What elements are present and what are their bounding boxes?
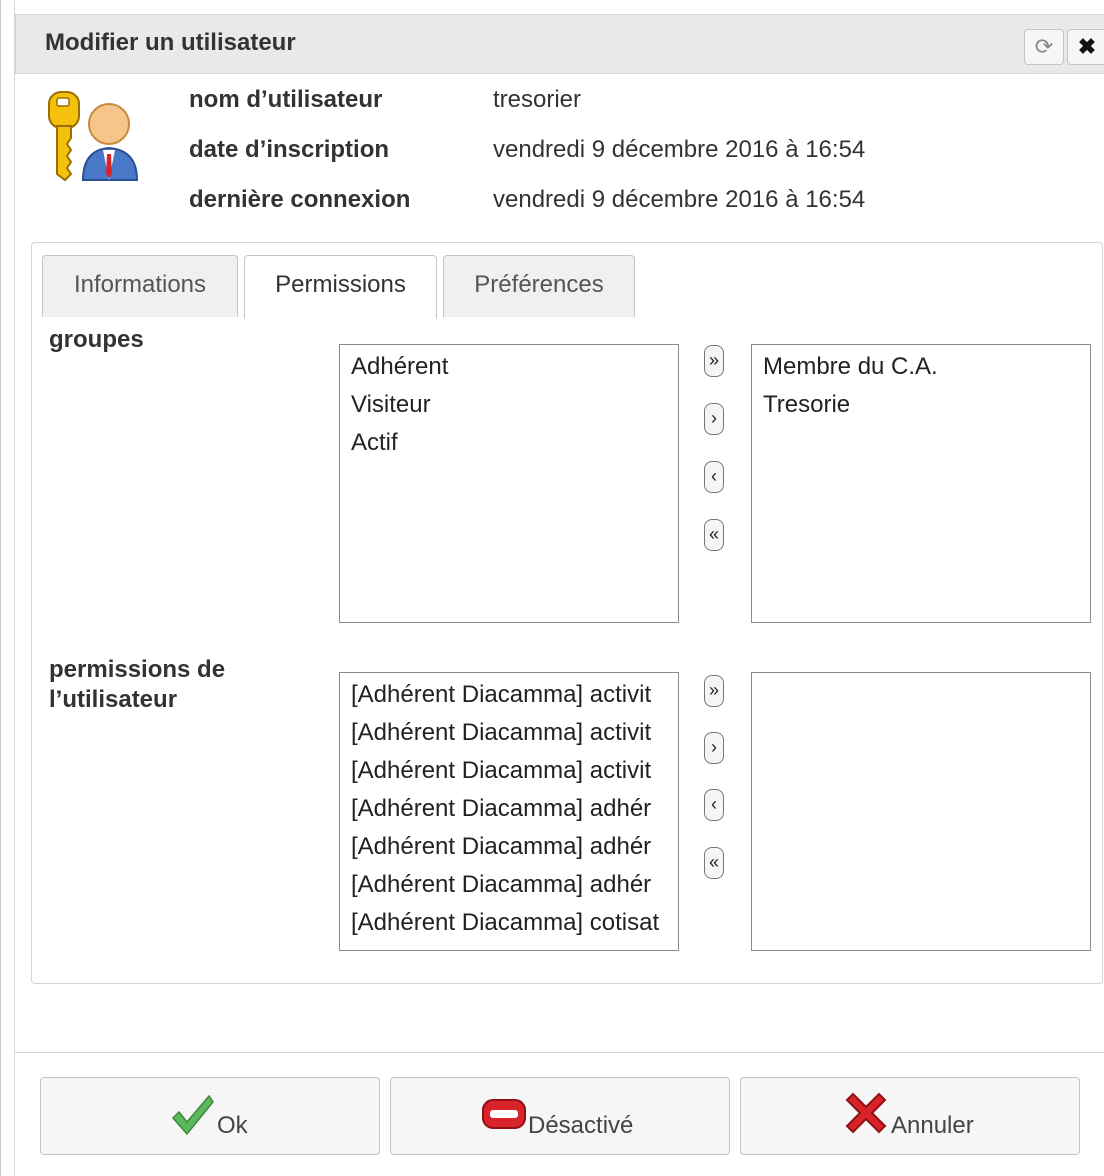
edit-user-dialog: Modifier un utilisateur ⟳ ✖ nom d’utilis…: [14, 0, 1104, 1176]
permissions-add-all-button[interactable]: »: [704, 675, 724, 707]
deactivated-label: Désactivé: [528, 1112, 634, 1139]
permissions-selected-list[interactable]: [751, 672, 1091, 951]
user-permissions-label-line2: l’utilisateur: [49, 686, 178, 713]
permissions-add-one-button[interactable]: ›: [704, 732, 724, 764]
cross-icon: [845, 1092, 887, 1134]
list-item[interactable]: Tresorie: [752, 386, 1090, 424]
groups-label: groupes: [49, 326, 144, 353]
user-permissions-label: permissions de l’utilisateur: [49, 655, 225, 715]
groups-available-list[interactable]: Adhérent Visiteur Actif: [339, 344, 679, 623]
cancel-button[interactable]: Annuler: [740, 1077, 1080, 1155]
signup-date-value: vendredi 9 décembre 2016 à 16:54: [493, 136, 866, 163]
list-item[interactable]: [Adhérent Diacamma] adhér: [340, 790, 678, 828]
username-label: nom d’utilisateur: [189, 86, 383, 113]
deactivate-button[interactable]: Désactivé: [390, 1077, 730, 1155]
list-item[interactable]: Actif: [340, 424, 678, 462]
groups-add-one-button[interactable]: ›: [704, 403, 724, 435]
permissions-remove-all-button[interactable]: «: [704, 847, 724, 879]
groups-add-all-button[interactable]: »: [704, 345, 724, 377]
permissions-available-list[interactable]: [Adhérent Diacamma] activit [Adhérent Di…: [339, 672, 679, 951]
deactivated-icon: [482, 1099, 526, 1129]
user-key-icon: [48, 91, 139, 182]
list-item[interactable]: [Adhérent Diacamma] adhér: [340, 828, 678, 866]
dialog-title: Modifier un utilisateur: [45, 29, 296, 56]
list-item[interactable]: [Adhérent Diacamma] adhér: [340, 866, 678, 904]
user-permissions-label-line1: permissions de: [49, 656, 226, 683]
permissions-remove-one-button[interactable]: ‹: [704, 789, 724, 821]
list-item[interactable]: [Adhérent Diacamma] activit: [340, 752, 678, 790]
cancel-label: Annuler: [891, 1112, 974, 1139]
ok-label: Ok: [217, 1112, 248, 1139]
username-value: tresorier: [493, 86, 582, 113]
list-item[interactable]: Membre du C.A.: [752, 348, 1090, 386]
tab-informations[interactable]: Informations: [42, 255, 238, 317]
groups-remove-one-button[interactable]: ‹: [704, 461, 724, 493]
tab-preferences[interactable]: Préférences: [443, 255, 635, 317]
ok-button[interactable]: Ok: [40, 1077, 380, 1155]
list-item[interactable]: [Adhérent Diacamma] activit: [340, 714, 678, 752]
close-button[interactable]: ✖: [1067, 29, 1104, 65]
last-login-label: dernière connexion: [189, 186, 411, 213]
window-edge: [0, 0, 1, 1176]
signup-date-label: date d’inscription: [189, 136, 390, 163]
list-item[interactable]: Visiteur: [340, 386, 678, 424]
check-icon: [171, 1094, 214, 1136]
tabs-panel: Informations Permissions Préférences gro…: [31, 242, 1103, 984]
tab-permissions[interactable]: Permissions: [244, 255, 437, 319]
refresh-icon: ⟳: [1034, 34, 1054, 59]
list-item[interactable]: [Adhérent Diacamma] cotisat: [340, 904, 678, 942]
dialog-titlebar[interactable]: Modifier un utilisateur ⟳ ✖: [15, 14, 1104, 74]
refresh-button[interactable]: ⟳: [1024, 29, 1064, 65]
close-icon: ✖: [1077, 34, 1097, 59]
list-item[interactable]: [Adhérent Diacamma] activit: [340, 676, 678, 714]
groups-remove-all-button[interactable]: «: [704, 519, 724, 551]
groups-selected-list[interactable]: Membre du C.A. Tresorie: [751, 344, 1091, 623]
footer-divider: [15, 1052, 1104, 1053]
list-item[interactable]: Adhérent: [340, 348, 678, 386]
last-login-value: vendredi 9 décembre 2016 à 16:54: [493, 186, 866, 213]
